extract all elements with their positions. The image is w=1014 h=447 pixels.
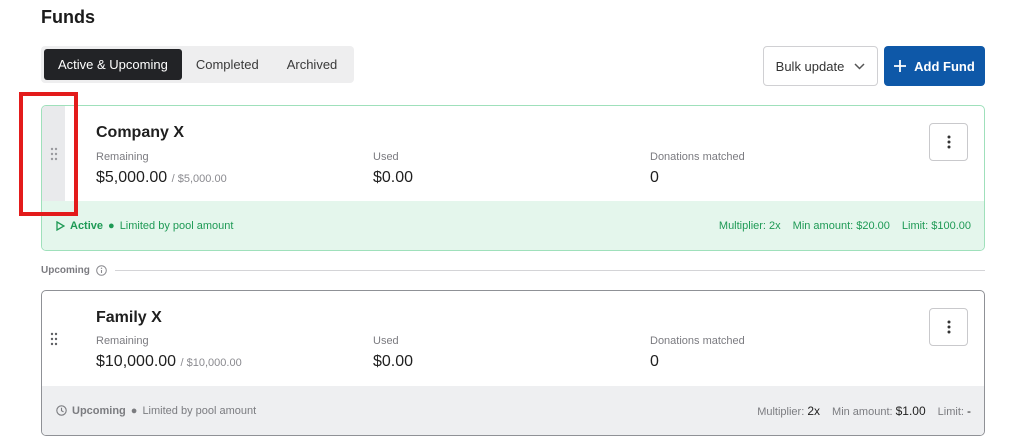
drag-handle[interactable] [42, 106, 65, 202]
used-label: Used [373, 335, 399, 347]
min-amount-label: Min amount: [832, 405, 893, 418]
donations-matched-value: 0 [650, 353, 659, 370]
status-label: Active [70, 219, 104, 232]
tab-completed[interactable]: Completed [182, 49, 273, 80]
divider-line [114, 269, 985, 271]
upcoming-section-divider: Upcoming [41, 262, 985, 278]
remaining-label: Remaining [96, 151, 149, 163]
clock-icon [56, 405, 67, 416]
fund-name: Company X [96, 124, 185, 141]
multiplier: Multiplier: 2x [757, 404, 820, 418]
multiplier-value: 2x [807, 403, 821, 418]
remaining-value: $10,000.00 / $10,000.00 [96, 353, 242, 371]
donations-matched-label: Donations matched [650, 151, 745, 163]
play-icon [56, 220, 65, 231]
fund-card-family-x: Family X Remaining $10,000.00 / $10,000.… [41, 290, 985, 436]
page-title: Funds [41, 7, 95, 27]
remaining-value: $5,000.00 / $5,000.00 [96, 169, 227, 187]
limit: Limit: $100.00 [901, 219, 971, 232]
drag-handle-icon [50, 332, 57, 346]
fund-name: Family X [96, 309, 162, 326]
donations-matched-value: 0 [650, 169, 659, 186]
fund-menu-button[interactable] [929, 308, 968, 346]
fund-status-tabs: Active & Upcoming Completed Archived [41, 46, 355, 83]
chevron-down-icon [854, 62, 865, 70]
remaining-amount: $10,000.00 [96, 353, 177, 370]
used-label: Used [373, 151, 399, 163]
fund-status-bar: Active ● Limited by pool amount Multipli… [42, 201, 984, 250]
add-fund-label: Add Fund [914, 58, 975, 74]
tab-archived[interactable]: Archived [273, 49, 352, 80]
min-amount: Min amount: $1.00 [832, 404, 926, 418]
add-fund-button[interactable]: Add Fund [884, 46, 985, 86]
multiplier: Multiplier: 2x [718, 219, 781, 232]
bulk-update-label: Bulk update [775, 58, 845, 74]
bulk-update-dropdown[interactable]: Bulk update [763, 46, 878, 86]
status-dot: ● [130, 404, 138, 417]
status-note: Limited by pool amount [119, 219, 234, 232]
used-value: $0.00 [373, 169, 414, 186]
remaining-total: / $5,000.00 [171, 173, 227, 185]
more-vertical-icon [947, 135, 950, 149]
used-value: $0.00 [373, 353, 414, 370]
fund-card-company-x: Company X Remaining $5,000.00 / $5,000.0… [41, 105, 985, 251]
more-vertical-icon [947, 320, 950, 334]
remaining-total: / $10,000.00 [180, 357, 242, 369]
min-amount-value: $1.00 [895, 403, 926, 418]
remaining-label: Remaining [96, 335, 149, 347]
plus-icon [894, 60, 907, 72]
min-amount: Min amount: $20.00 [792, 219, 890, 232]
status-label: Upcoming [72, 404, 126, 417]
limit-label: Limit: [937, 405, 964, 418]
drag-handle-icon [50, 147, 57, 161]
status-dot: ● [108, 219, 115, 232]
limit: Limit: - [938, 404, 971, 418]
fund-status-bar: Upcoming ● Limited by pool amount Multip… [42, 386, 984, 435]
tab-active-upcoming[interactable]: Active & Upcoming [44, 49, 182, 80]
upcoming-section-label: Upcoming [41, 264, 90, 276]
donations-matched-label: Donations matched [650, 335, 745, 347]
status-note: Limited by pool amount [142, 404, 257, 417]
fund-menu-button[interactable] [929, 123, 968, 161]
limit-value: - [967, 403, 971, 418]
multiplier-label: Multiplier: [757, 405, 805, 418]
remaining-amount: $5,000.00 [96, 169, 168, 186]
info-icon[interactable] [96, 264, 107, 276]
drag-handle[interactable] [42, 291, 65, 387]
